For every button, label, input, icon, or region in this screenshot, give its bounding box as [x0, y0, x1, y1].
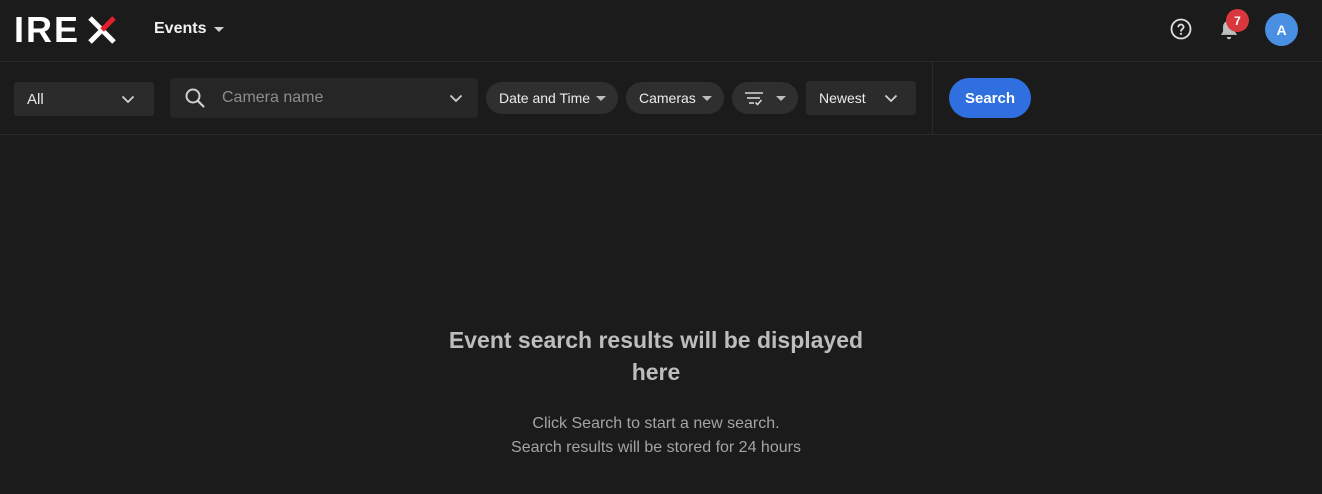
- toolbar-divider: [932, 62, 933, 135]
- filter-sort-icon: [745, 92, 763, 106]
- irex-logo[interactable]: IRE: [14, 14, 118, 44]
- cameras-filter-label: Cameras: [639, 90, 696, 106]
- sort-select-value: Newest: [819, 90, 866, 106]
- caret-down-icon: [596, 96, 606, 101]
- caret-down-icon: [214, 26, 225, 32]
- chevron-down-icon: [884, 94, 898, 103]
- event-type-select[interactable]: All: [14, 82, 154, 116]
- help-icon[interactable]: [1169, 17, 1193, 41]
- empty-state-subtitle-line1: Click Search to start a new search.: [532, 415, 780, 432]
- camera-search-input[interactable]: Camera name: [170, 78, 478, 118]
- empty-state-title: Event search results will be displayed h…: [430, 324, 882, 388]
- sort-select[interactable]: Newest: [806, 81, 916, 115]
- events-menu-label: Events: [154, 20, 207, 37]
- date-time-filter[interactable]: Date and Time: [486, 82, 618, 114]
- user-avatar[interactable]: A: [1265, 13, 1298, 46]
- date-time-filter-label: Date and Time: [499, 90, 591, 106]
- empty-state-title-line1: Event search results will be displayed: [448, 327, 864, 353]
- filter-options-button[interactable]: [732, 82, 798, 114]
- events-menu[interactable]: Events: [154, 18, 225, 40]
- filter-bar: All Camera name Date and Time Cameras Ne…: [0, 62, 1322, 135]
- svg-text:IRE: IRE: [14, 14, 80, 44]
- top-bar: IRE Events 7 A: [0, 0, 1322, 62]
- empty-state-subtitle-line2: Search results will be stored for 24 hou…: [511, 439, 801, 456]
- caret-down-icon: [702, 96, 712, 101]
- chevron-down-icon[interactable]: [448, 90, 464, 106]
- event-type-select-value: All: [27, 90, 44, 108]
- chevron-down-icon: [121, 95, 135, 104]
- cameras-filter[interactable]: Cameras: [626, 82, 724, 114]
- search-icon: [185, 88, 205, 108]
- caret-down-icon: [776, 96, 786, 101]
- search-button[interactable]: Search: [949, 78, 1031, 118]
- notification-badge: 7: [1226, 9, 1249, 32]
- camera-search-placeholder: Camera name: [222, 89, 324, 106]
- empty-state-subtitle: Click Search to start a new search. Sear…: [430, 412, 882, 460]
- empty-state-title-line2: here: [631, 359, 681, 385]
